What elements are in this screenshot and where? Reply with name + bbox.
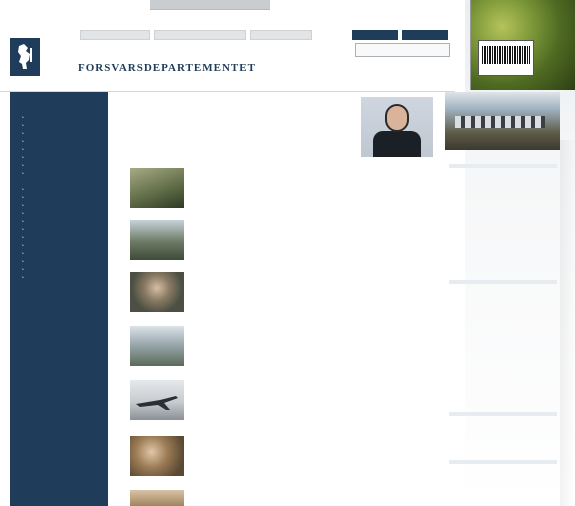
header-button-1[interactable] [352,30,398,40]
building-image [445,92,560,150]
news-item [130,272,430,320]
main-content [118,92,438,506]
site-header: FORSVARSDEPARTEMENTET [0,10,455,92]
jet-icon [136,396,178,410]
right-section-title[interactable] [449,280,557,284]
news-item [130,220,430,268]
sidebar-item[interactable] [18,266,100,274]
sidebar-item[interactable] [18,218,100,226]
left-sidebar [10,92,108,506]
sidebar-item[interactable] [18,202,100,210]
sidebar-item[interactable] [18,170,100,178]
site-title[interactable]: FORSVARSDEPARTEMENTET [78,62,256,74]
sidebar-item[interactable] [18,162,100,170]
top-nav-tabs [80,30,312,40]
sidebar-item[interactable] [18,210,100,218]
right-section-title[interactable] [449,460,557,464]
sidebar-item[interactable] [18,250,100,258]
sidebar-item[interactable] [18,130,100,138]
sidebar-item[interactable] [18,122,100,130]
nav-tab-2[interactable] [154,30,246,40]
minister-photo[interactable] [361,97,433,157]
sidebar-item[interactable] [18,242,100,250]
sidebar-item[interactable] [18,234,100,242]
uniform-thumb[interactable] [130,436,184,476]
vehicles-thumb[interactable] [130,220,184,260]
document-thumb[interactable] [130,490,184,506]
news-item [130,436,430,484]
sidebar-item[interactable] [18,226,100,234]
news-item [130,490,430,506]
coat-of-arms-logo[interactable] [10,38,40,76]
news-item [130,326,430,374]
barcode-bars [482,46,530,64]
sidebar-item[interactable] [18,114,100,122]
sidebar-item[interactable] [18,274,100,282]
right-column [445,92,560,506]
top-strip [150,0,270,10]
news-item [130,168,430,216]
minister-photo-head [385,104,409,132]
sidebar-item[interactable] [18,258,100,266]
people-thumb[interactable] [130,272,184,312]
sidebar-item[interactable] [18,146,100,154]
header-button-2[interactable] [402,30,448,40]
edge-shadow [560,140,575,506]
lion-icon [18,44,32,69]
building-thumb[interactable] [130,326,184,366]
sidebar-item[interactable] [18,154,100,162]
nav-tab-3[interactable] [250,30,312,40]
sidebar-item[interactable] [18,194,100,202]
search-input[interactable] [355,43,450,57]
soldiers-thumb[interactable] [130,168,184,208]
header-buttons [352,30,448,40]
right-section-title[interactable] [449,164,557,168]
jet-thumb[interactable] [130,380,184,420]
news-item [130,380,430,428]
barcode-icon [478,40,534,76]
nav-tab-1[interactable] [80,30,150,40]
right-section-title[interactable] [449,412,557,416]
sidebar-item[interactable] [18,138,100,146]
minister-photo-body [373,131,421,157]
sidebar-item[interactable] [18,186,100,194]
